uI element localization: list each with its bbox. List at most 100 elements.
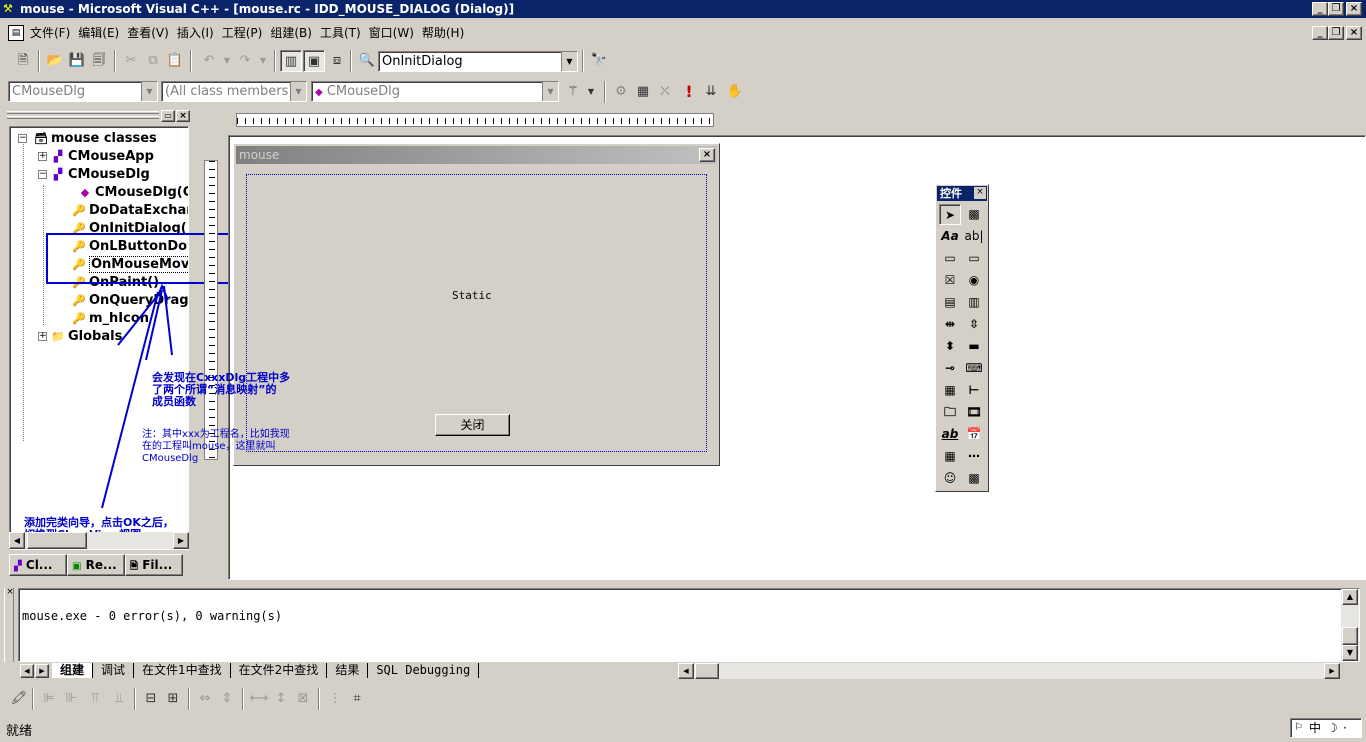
tab-build[interactable]: 组建 — [52, 663, 93, 678]
maximize-button[interactable]: ❐ — [1328, 2, 1344, 16]
output-text-area[interactable]: mouse.exe - 0 error(s), 0 warning(s) ▲ ▼ — [18, 588, 1360, 662]
tree-horizontal-scrollbar[interactable]: ◀ ▶ — [9, 532, 189, 549]
classview-tree[interactable]: − 🗃 mouse classes + ▞ CMouseApp − ▞ CMouseD… — [9, 126, 189, 550]
tab-control-tool-icon[interactable]: 🗀 — [939, 402, 961, 423]
tab-scroll-right-icon[interactable]: ▶ — [35, 664, 49, 678]
tree-item-dodataexchange[interactable]: 🔑DoDataExchange — [72, 202, 188, 220]
tree-item-ctor[interactable]: ◆ CMouseDlg(CWnd — [78, 184, 188, 202]
menu-build[interactable]: 组建(B) — [266, 22, 316, 44]
paste-icon[interactable]: 📋 — [164, 50, 186, 72]
output-window-icon[interactable]: ▣ — [303, 50, 325, 72]
test-dialog-icon[interactable]: 🖍 — [8, 688, 30, 710]
app-icon[interactable]: ⚒ — [3, 2, 17, 16]
class-combo[interactable]: CMouseDlg ▼ — [8, 81, 158, 102]
menu-window[interactable]: 窗口(W) — [365, 22, 418, 44]
chevron-down-icon[interactable]: ▼ — [141, 82, 157, 101]
menu-help[interactable]: 帮助(H) — [418, 22, 468, 44]
save-all-icon[interactable]: 🗐 — [88, 50, 110, 72]
output-close-icon[interactable]: × — [4, 586, 16, 598]
tab-results[interactable]: 结果 — [326, 663, 367, 678]
date-picker-tool-icon[interactable]: 📅 — [963, 424, 985, 445]
chevron-down-icon[interactable]: ▼ — [542, 82, 558, 101]
minimize-button[interactable]: _ — [1312, 2, 1328, 16]
breakpoint-hand-icon[interactable]: ✋ — [724, 81, 746, 103]
month-calendar-tool-icon[interactable]: ▦ — [939, 446, 961, 467]
inner-minimize-button[interactable]: _ — [1312, 26, 1328, 40]
inner-restore-button[interactable]: ❐ — [1328, 26, 1344, 40]
static-label[interactable]: Static — [452, 289, 492, 302]
scroll-thumb[interactable] — [1342, 627, 1358, 645]
find-combo[interactable]: OnInitDialog ▼ — [378, 51, 578, 72]
scroll-right-icon[interactable]: ▶ — [1324, 663, 1340, 679]
save-icon[interactable]: 💾 — [66, 50, 88, 72]
extended-combo-tool-icon[interactable]: ▩ — [963, 468, 985, 489]
build-icon[interactable]: ▦ — [632, 81, 654, 103]
menu-insert[interactable]: 插入(I) — [173, 22, 218, 44]
tab-classview[interactable]: ▞ Cl... — [9, 554, 67, 576]
find-in-files-icon[interactable]: 🔍 — [356, 50, 378, 72]
inner-close-button[interactable]: × — [1346, 26, 1362, 40]
collapse-icon[interactable]: − — [18, 134, 27, 143]
static-text-tool-icon[interactable]: Aa — [939, 226, 961, 247]
same-width-icon[interactable]: ⟷ — [248, 688, 270, 710]
member-combo[interactable]: ◆ CMouseDlg ▼ — [311, 81, 559, 102]
group-box-tool-icon[interactable]: ▭ — [939, 248, 961, 269]
tab-scroll-left-icon[interactable]: ◀ — [20, 664, 34, 678]
menu-file[interactable]: 文件(F) — [26, 22, 74, 44]
scroll-left-icon[interactable]: ◀ — [9, 532, 25, 549]
tree-item-cmousedlg[interactable]: − ▞ CMouseDlg — [38, 166, 150, 184]
tab-find-in-files-2[interactable]: 在文件2中查找 — [229, 663, 327, 678]
ip-address-tool-icon[interactable]: ⋯ — [963, 446, 985, 467]
menu-view[interactable]: 查看(V) — [123, 22, 173, 44]
wizard-action-dropdown-icon[interactable]: ▼ — [580, 81, 602, 103]
chevron-down-icon[interactable]: ▼ — [561, 52, 577, 71]
list-box-tool-icon[interactable]: ▥ — [963, 292, 985, 313]
h-scrollbar-tool-icon[interactable]: ⇹ — [939, 314, 961, 335]
align-bottom-icon[interactable]: ⫫ — [108, 688, 130, 710]
scroll-thumb[interactable] — [695, 663, 719, 679]
center-vertical-icon[interactable]: ⊟ — [140, 688, 162, 710]
center-horizontal-icon[interactable]: ⊞ — [162, 688, 184, 710]
animate-tool-icon[interactable]: 🎞 — [963, 402, 985, 423]
custom-control-tool-icon[interactable]: ☺ — [939, 468, 961, 489]
cut-icon[interactable]: ✂ — [120, 50, 142, 72]
compile-icon[interactable]: ⚙ — [610, 81, 632, 103]
tree-item-onquerydragicon[interactable]: 🔑OnQueryDragIcon — [72, 292, 188, 310]
menu-edit[interactable]: 编辑(E) — [74, 22, 123, 44]
rich-edit-tool-icon[interactable]: ab — [939, 424, 961, 445]
new-text-file-icon[interactable]: 🗎 — [12, 50, 34, 72]
doc-icon[interactable]: ▤ — [8, 25, 24, 41]
pointer-tool-icon[interactable]: ➤ — [939, 204, 961, 225]
tree-item-mhicon[interactable]: 🔑 m_hIcon — [72, 310, 149, 328]
output-vertical-scrollbar[interactable]: ▲ ▼ — [1341, 589, 1359, 661]
gripper[interactable] — [4, 588, 14, 662]
tab-resourceview[interactable]: ▣ Re... — [67, 554, 125, 576]
combo-box-tool-icon[interactable]: ▤ — [939, 292, 961, 313]
scroll-right-icon[interactable]: ▶ — [173, 532, 189, 549]
spin-tool-icon[interactable]: ⬍ — [939, 336, 961, 357]
scroll-thumb[interactable] — [27, 532, 87, 549]
find-binoculars-icon[interactable]: 🔭 — [588, 50, 610, 72]
chevron-down-icon[interactable]: ▼ — [290, 82, 306, 101]
checkbox-tool-icon[interactable]: ☒ — [939, 270, 961, 291]
list-control-tool-icon[interactable]: ▦ — [939, 380, 961, 401]
slider-tool-icon[interactable]: ⊸ — [939, 358, 961, 379]
scroll-down-icon[interactable]: ▼ — [1342, 645, 1358, 661]
align-right-icon[interactable]: ⊪ — [60, 688, 82, 710]
dialog-preview[interactable]: mouse × Static 关闭 — [233, 143, 720, 466]
align-top-icon[interactable]: ⫪ — [84, 688, 106, 710]
close-button[interactable]: × — [1346, 2, 1362, 16]
expand-icon[interactable]: + — [38, 332, 47, 341]
tab-find-in-files-1[interactable]: 在文件1中查找 — [133, 663, 230, 678]
close-dialog-button[interactable]: 关闭 — [435, 414, 510, 436]
scroll-up-icon[interactable]: ▲ — [1342, 589, 1358, 605]
expand-icon[interactable]: + — [38, 152, 47, 161]
stop-build-icon[interactable]: ⛌ — [654, 81, 676, 103]
same-size-icon[interactable]: ⊠ — [292, 688, 314, 710]
v-scrollbar-tool-icon[interactable]: ⇳ — [963, 314, 985, 335]
go-icon[interactable]: ⇊ — [700, 81, 722, 103]
ime-indicator[interactable]: ⚐ 中 ☽ · — [1290, 718, 1362, 738]
pane-restore-button[interactable]: ▭ — [161, 110, 175, 122]
open-icon[interactable]: 📂 — [44, 50, 66, 72]
same-height-icon[interactable]: ↕ — [270, 688, 292, 710]
